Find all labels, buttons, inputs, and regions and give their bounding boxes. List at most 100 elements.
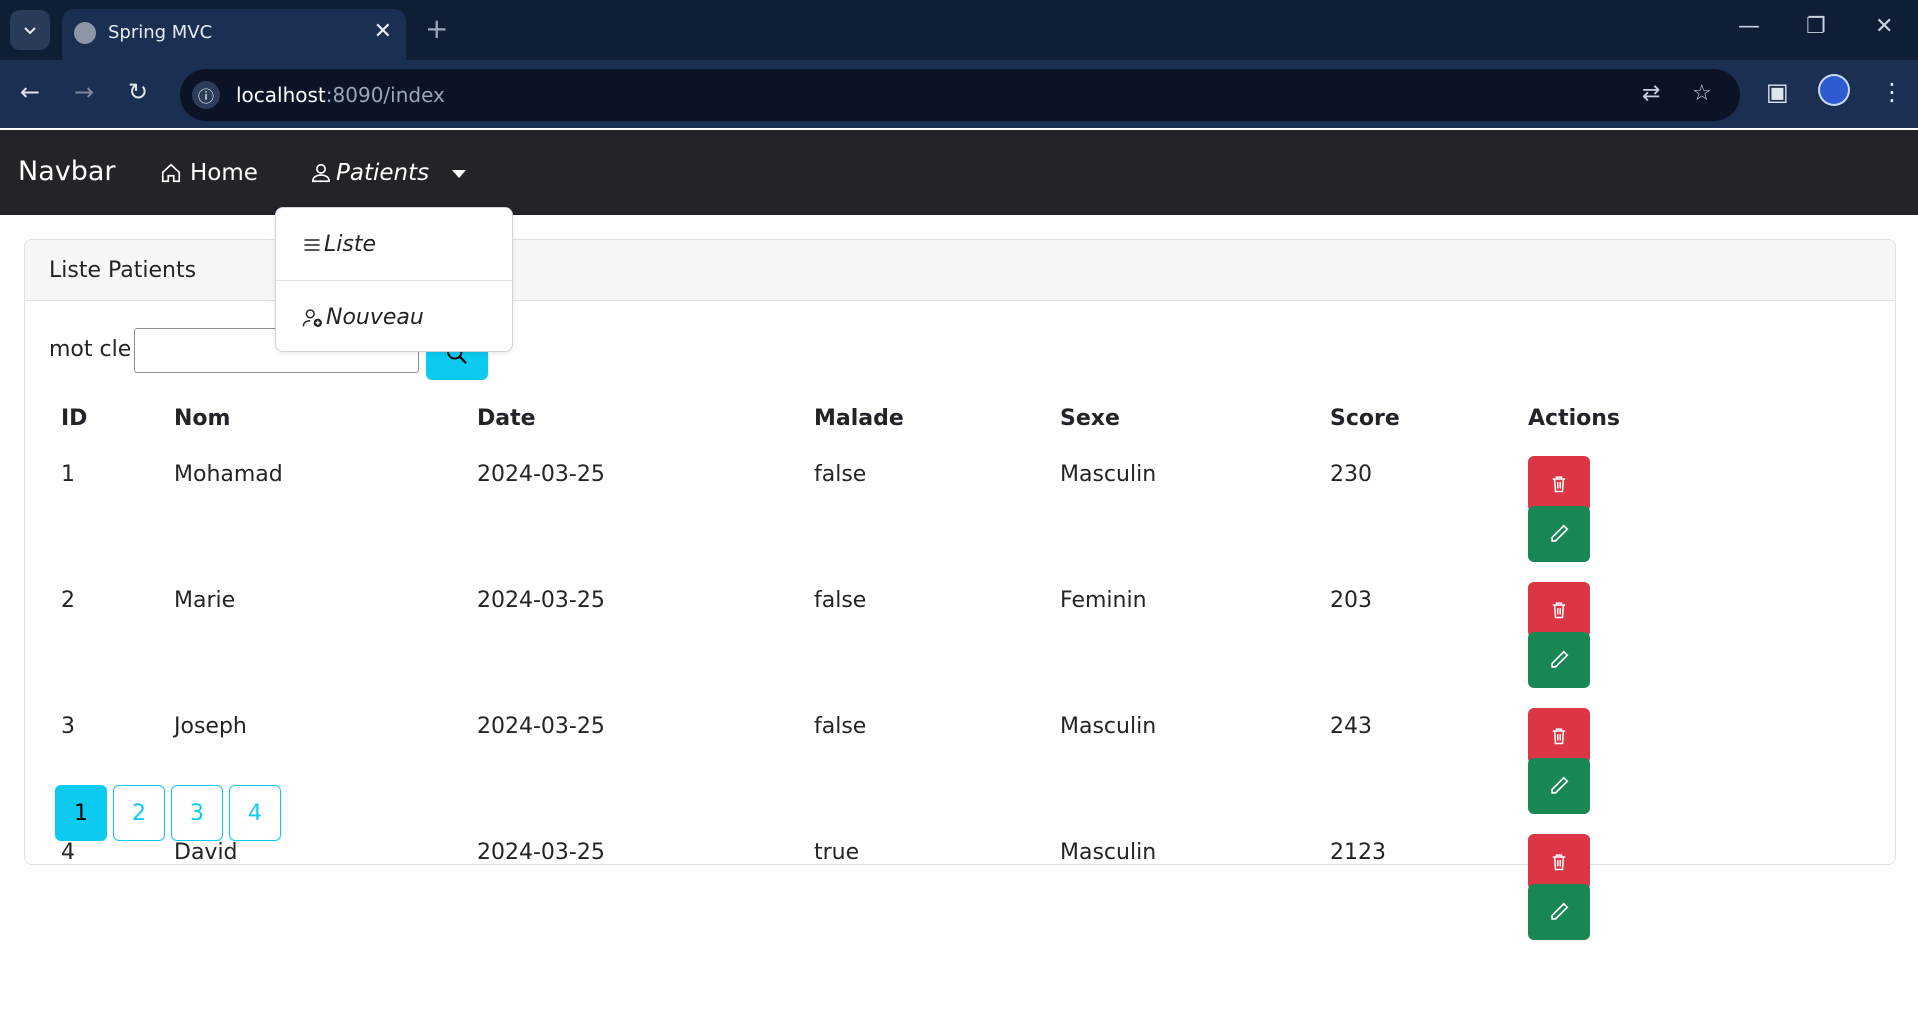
table-row: 4 David 2024-03-25 true Masculin 2123 (49, 824, 1673, 950)
cell-id: 1 (61, 462, 75, 487)
patients-table: ID Nom Date Malade Sexe Score Actions 1 … (49, 390, 1673, 950)
bookmark-star-icon[interactable]: ☆ (1692, 81, 1712, 106)
profile-avatar[interactable] (1818, 74, 1850, 106)
delete-button[interactable] (1528, 708, 1590, 764)
dropdown-item-liste[interactable]: Liste (302, 232, 376, 257)
pencil-icon (1551, 776, 1569, 794)
cell-nom: David (174, 840, 238, 865)
cell-date: 2024-03-25 (477, 462, 605, 487)
patients-dropdown-menu: Liste Nouveau (275, 207, 513, 352)
page-button[interactable]: 1 (55, 785, 107, 841)
side-panel-icon[interactable]: ▣ (1766, 78, 1789, 106)
nav-patients-link[interactable]: Patients (310, 160, 429, 186)
dropdown-caret-icon[interactable] (452, 170, 466, 178)
translate-icon[interactable]: ⇄ (1642, 81, 1660, 106)
cell-malade: true (814, 840, 860, 865)
col-header-id: ID (61, 405, 88, 431)
url-text: localhost:8090/index (236, 83, 445, 107)
col-header-date: Date (477, 405, 536, 431)
trash-icon (1552, 602, 1566, 619)
navbar-brand[interactable]: Navbar (18, 156, 116, 187)
cell-date: 2024-03-25 (477, 840, 605, 865)
person-icon (311, 163, 331, 183)
chevron-down-icon (24, 27, 36, 35)
minimize-icon[interactable]: — (1738, 14, 1760, 39)
col-header-malade: Malade (814, 405, 904, 431)
app-navbar: Navbar Home Patients (0, 130, 1918, 215)
cell-sexe: Masculin (1060, 840, 1157, 865)
restore-icon[interactable]: ❐ (1806, 14, 1826, 39)
search-label: mot cle (49, 337, 132, 362)
cell-malade: false (814, 588, 867, 613)
edit-button[interactable] (1528, 632, 1590, 688)
dropdown-item-label: Nouveau (326, 305, 424, 330)
person-icon (1820, 76, 1848, 104)
nav-home-label: Home (190, 160, 258, 186)
table-row: 3 Joseph 2024-03-25 false Masculin 243 (49, 698, 1673, 824)
cell-date: 2024-03-25 (477, 714, 605, 739)
cell-score: 230 (1330, 462, 1372, 487)
browser-tab-strip: Spring MVC ✕ + — ❐ ✕ (0, 0, 1918, 60)
delete-button[interactable] (1528, 456, 1590, 512)
page-button[interactable]: 4 (229, 785, 281, 841)
close-window-icon[interactable]: ✕ (1875, 14, 1893, 39)
cell-score: 243 (1330, 714, 1372, 739)
more-menu-icon[interactable]: ⋮ (1880, 78, 1904, 106)
dropdown-divider (276, 280, 512, 281)
cell-actions (1516, 824, 1673, 950)
site-info-icon[interactable]: ⓘ (192, 81, 220, 109)
house-icon (161, 163, 181, 183)
browser-tab[interactable]: Spring MVC ✕ (62, 9, 406, 60)
globe-icon (74, 22, 96, 44)
dropdown-item-label: Liste (324, 232, 376, 257)
nav-home-link[interactable]: Home (160, 160, 258, 186)
cell-sexe: Masculin (1060, 714, 1157, 739)
pagination: 1 2 3 4 (55, 785, 281, 841)
trash-icon (1552, 728, 1566, 745)
edit-button[interactable] (1528, 506, 1590, 562)
page-button[interactable]: 2 (113, 785, 165, 841)
col-header-score: Score (1330, 405, 1400, 431)
col-header-nom: Nom (174, 405, 231, 431)
browser-toolbar: ← → ↻ ⓘ localhost:8090/index ⇄ ☆ ▣ ⋮ (0, 60, 1918, 128)
trash-icon (1552, 476, 1566, 493)
person-plus-icon (302, 308, 322, 327)
col-header-sexe: Sexe (1060, 405, 1120, 431)
trash-icon (1552, 854, 1566, 871)
forward-arrow-icon[interactable]: → (74, 78, 94, 106)
table-header-row: ID Nom Date Malade Sexe Score Actions (49, 390, 1673, 446)
nav-patients-label: Patients (336, 160, 430, 186)
pencil-icon (1551, 650, 1569, 668)
dropdown-item-nouveau[interactable]: Nouveau (302, 305, 424, 330)
cell-sexe: Feminin (1060, 588, 1147, 613)
edit-button[interactable] (1528, 884, 1590, 940)
back-arrow-icon[interactable]: ← (20, 78, 40, 106)
page-button[interactable]: 3 (171, 785, 223, 841)
cell-actions (1516, 446, 1673, 572)
cell-id: 2 (61, 588, 75, 613)
address-bar[interactable]: ⓘ localhost:8090/index ⇄ ☆ (180, 69, 1740, 121)
table-row: 1 Mohamad 2024-03-25 false Masculin 230 (49, 446, 1673, 572)
close-tab-icon[interactable]: ✕ (374, 19, 392, 44)
cell-actions (1516, 698, 1673, 824)
cell-nom: Marie (174, 588, 236, 613)
delete-button[interactable] (1528, 834, 1590, 890)
list-icon (304, 238, 320, 251)
col-header-actions: Actions (1528, 405, 1620, 431)
table-row: 2 Marie 2024-03-25 false Feminin 203 (49, 572, 1673, 698)
cell-actions (1516, 572, 1673, 698)
cell-malade: false (814, 714, 867, 739)
delete-button[interactable] (1528, 582, 1590, 638)
cell-nom: Mohamad (174, 462, 283, 487)
cell-date: 2024-03-25 (477, 588, 605, 613)
new-tab-button[interactable]: + (425, 12, 448, 45)
cell-malade: false (814, 462, 867, 487)
cell-sexe: Masculin (1060, 462, 1157, 487)
edit-button[interactable] (1528, 758, 1590, 814)
pencil-icon (1551, 902, 1569, 920)
tab-search-button[interactable] (10, 10, 50, 50)
pencil-icon (1551, 524, 1569, 542)
cell-id: 4 (61, 840, 75, 865)
tab-title: Spring MVC (108, 22, 213, 43)
reload-icon[interactable]: ↻ (128, 78, 148, 106)
